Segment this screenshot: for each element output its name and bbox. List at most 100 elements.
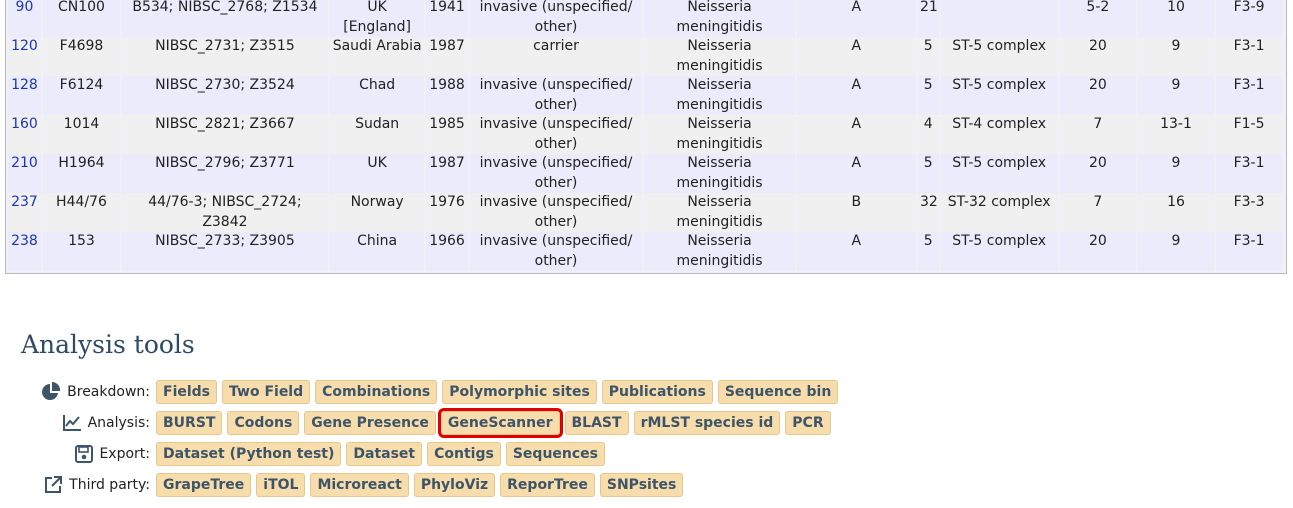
cell-year: 1985 (426, 115, 468, 154)
cell-id: 160 (8, 115, 41, 154)
cell-complex: ST-5 complex (940, 76, 1058, 115)
cell-pora-vr1: 20 (1059, 37, 1136, 76)
cell-pora-vr1: 7 (1059, 193, 1136, 232)
cell-year: 1987 (426, 37, 468, 76)
cell-country: Saudi Arabia (329, 37, 425, 76)
cell-year: 1976 (426, 193, 468, 232)
table-row: 210 H1964 NIBSC_2796; Z3771 UK 1987 invasive … (8, 154, 1282, 193)
two-field-button[interactable]: Two Field (222, 379, 311, 404)
isolate-id-link[interactable]: 90 (16, 0, 34, 15)
combinations-button[interactable]: Combinations (315, 379, 438, 404)
isolate-id-link[interactable]: 128 (11, 77, 38, 93)
cell-st: 5 (917, 232, 939, 271)
rmlst-species-id-button[interactable]: rMLST species id (633, 410, 781, 435)
sequence-bin-button[interactable]: Sequence bin (717, 379, 839, 404)
cell-country: UK (329, 154, 425, 193)
reportree-button[interactable]: ReporTree (500, 472, 595, 497)
cell-disease: invasive (unspecified/ other) (469, 154, 643, 193)
cell-pora-vr2: 9 (1137, 76, 1215, 115)
isolate-id-link[interactable]: 238 (11, 233, 38, 249)
cell-pora-vr2: 9 (1137, 154, 1215, 193)
contigs-button[interactable]: Contigs (427, 441, 501, 466)
table-row: 120 F4698 NIBSC_2731; Z3515 Saudi Arabia 198… (8, 37, 1282, 76)
external-link-icon (45, 475, 63, 493)
cell-complex (940, 0, 1058, 37)
breakdown-row: Breakdown: Fields Two Field Combinations Po… (40, 376, 843, 407)
burst-button[interactable]: BURST (156, 410, 223, 435)
isolate-id-link[interactable]: 120 (11, 38, 38, 54)
isolate-id-link[interactable]: 210 (11, 155, 38, 171)
cell-year: 1987 (426, 154, 468, 193)
cell-complex: ST-5 complex (940, 154, 1058, 193)
codons-button[interactable]: Codons (227, 410, 300, 435)
cell-name: CN100 (42, 0, 121, 37)
sequences-button[interactable]: Sequences (505, 441, 605, 466)
line-chart-icon (62, 414, 81, 431)
cell-name: 1014 (42, 115, 121, 154)
third-party-label: Third party: (69, 476, 150, 493)
cell-pora-vr2: 9 (1137, 37, 1215, 76)
cell-name: F6124 (42, 76, 121, 115)
cell-pora-vr2: 16 (1137, 193, 1215, 232)
dataset-python-test-button[interactable]: Dataset (Python test) (156, 441, 342, 466)
cell-aliases: NIBSC_2731; Z3515 (122, 37, 328, 76)
analysis-row: Analysis: BURST Codons Gene Presence GeneSc… (40, 407, 843, 438)
pcr-button[interactable]: PCR (785, 410, 831, 435)
itol-button[interactable]: iTOL (256, 472, 306, 497)
cell-serogroup: A (796, 115, 916, 154)
cell-serogroup: A (796, 76, 916, 115)
cell-complex: ST-5 complex (940, 37, 1058, 76)
grapetree-button[interactable]: GrapeTree (156, 472, 252, 497)
third-party-buttons: GrapeTree iTOL Microreact PhyloViz ReporTree… (156, 472, 688, 497)
table-row: 160 1014 NIBSC_2821; Z3667 Sudan 1985 invasiv… (8, 115, 1282, 154)
cell-st: 5 (917, 154, 939, 193)
cell-disease: invasive (unspecified/ other) (469, 232, 643, 271)
cell-feta: F3-3 (1216, 193, 1282, 232)
isolates-table-container: 90 CN100 B534; NIBSC_2768; Z1534 UK [Englan… (5, 0, 1287, 274)
cell-id: 90 (8, 0, 41, 37)
polymorphic-sites-button[interactable]: Polymorphic sites (442, 379, 597, 404)
cell-aliases: 44/76-3; NIBSC_2724; Z3842 (122, 193, 328, 232)
cell-aliases: NIBSC_2821; Z3667 (122, 115, 328, 154)
dataset-button[interactable]: Dataset (346, 441, 423, 466)
breakdown-label-group: Breakdown: (40, 381, 156, 402)
snpsites-button[interactable]: SNPsites (599, 472, 684, 497)
cell-serogroup: A (796, 154, 916, 193)
analysis-label: Analysis: (87, 414, 150, 431)
breakdown-label: Breakdown: (67, 383, 150, 400)
phyloviz-button[interactable]: PhyloViz (413, 472, 496, 497)
isolates-table-body: 90 CN100 B534; NIBSC_2768; Z1534 UK [Englan… (8, 0, 1282, 271)
cell-disease: carrier (469, 37, 643, 76)
cell-disease: invasive (unspecified/ other) (469, 115, 643, 154)
isolate-id-link[interactable]: 160 (11, 116, 38, 132)
fields-button[interactable]: Fields (156, 379, 218, 404)
gene-presence-button[interactable]: Gene Presence (304, 410, 436, 435)
cell-country: Sudan (329, 115, 425, 154)
cell-species: Neisseria meningitidis (644, 37, 795, 76)
cell-st: 4 (917, 115, 939, 154)
cell-complex: ST-32 complex (940, 193, 1058, 232)
cell-year: 1966 (426, 232, 468, 271)
breakdown-buttons: Fields Two Field Combinations Polymorphic s… (156, 379, 843, 404)
isolate-id-link[interactable]: 237 (11, 194, 38, 210)
genescanner-button[interactable]: GeneScanner (437, 407, 563, 438)
blast-button[interactable]: BLAST (564, 410, 629, 435)
cell-species: Neisseria meningitidis (644, 0, 795, 37)
cell-species: Neisseria meningitidis (644, 115, 795, 154)
cell-pora-vr2: 10 (1137, 0, 1215, 37)
cell-species: Neisseria meningitidis (644, 76, 795, 115)
cell-year: 1941 (426, 0, 468, 37)
microreact-button[interactable]: Microreact (310, 472, 409, 497)
save-icon (75, 444, 94, 463)
cell-year: 1988 (426, 76, 468, 115)
analysis-tools-panel: Breakdown: Fields Two Field Combinations Po… (40, 376, 843, 500)
cell-country: Norway (329, 193, 425, 232)
cell-name: H44/76 (42, 193, 121, 232)
cell-pora-vr1: 7 (1059, 115, 1136, 154)
cell-disease: invasive (unspecified/ other) (469, 193, 643, 232)
cell-species: Neisseria meningitidis (644, 232, 795, 271)
cell-pora-vr2: 9 (1137, 232, 1215, 271)
cell-id: 238 (8, 232, 41, 271)
analysis-buttons: BURST Codons Gene Presence GeneScanner BLAST… (156, 407, 836, 438)
publications-button[interactable]: Publications (601, 379, 713, 404)
